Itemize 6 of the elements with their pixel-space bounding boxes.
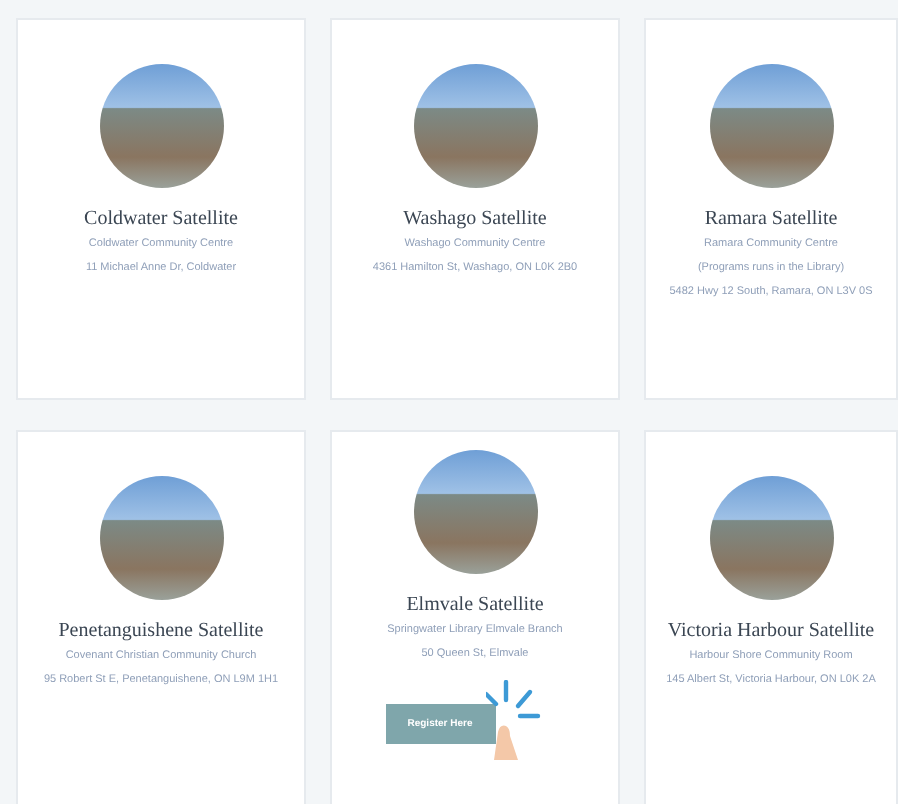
- location-title: Penetanguishene Satellite: [58, 620, 264, 642]
- location-title: Elmvale Satellite: [406, 594, 544, 616]
- location-title: Coldwater Satellite: [84, 208, 238, 230]
- location-title: Washago Satellite: [403, 208, 547, 230]
- location-title: Victoria Harbour Satellite: [667, 620, 875, 642]
- location-title: Ramara Satellite: [704, 208, 838, 230]
